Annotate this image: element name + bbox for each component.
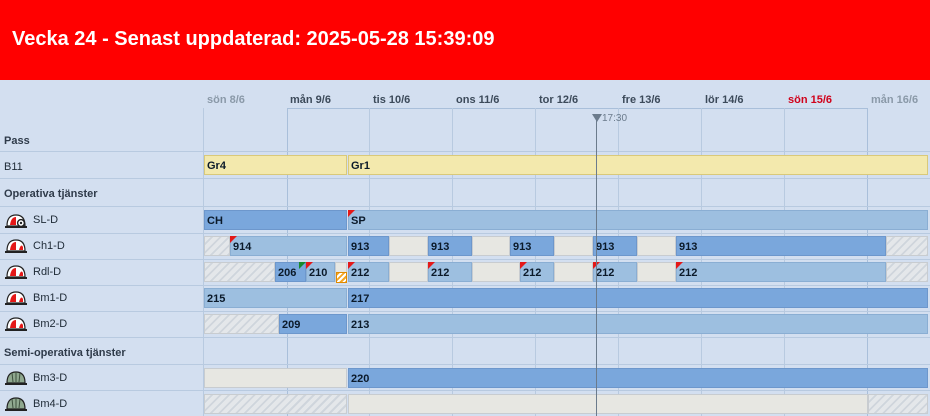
row-label-bm3-d: Bm3-D bbox=[33, 372, 68, 384]
gap-bar bbox=[389, 262, 428, 282]
row-separator bbox=[0, 364, 930, 365]
green-flag-marker bbox=[299, 262, 306, 269]
day-header-sun-8: sön 8/6 bbox=[207, 94, 245, 106]
day-header-wed-11: ons 11/6 bbox=[456, 94, 500, 106]
duty-bar[interactable]: CH bbox=[204, 210, 347, 230]
red-flag-marker bbox=[676, 262, 683, 269]
shift-bar[interactable]: Gr1 bbox=[348, 155, 928, 175]
gap-bar bbox=[554, 262, 593, 282]
inactive-bar bbox=[868, 394, 928, 414]
red-flag-marker bbox=[306, 262, 313, 269]
day-header-tue-10: tis 10/6 bbox=[373, 94, 411, 106]
helmet-icon-green bbox=[5, 397, 27, 411]
warning-stripe-icon bbox=[336, 272, 347, 283]
duty-bar[interactable]: 212 bbox=[676, 262, 886, 282]
schedule-board: sön 8/6 mån 9/6 tis 10/6 ons 11/6 tor 12… bbox=[0, 80, 930, 416]
day-header-sun-15: sön 15/6 bbox=[788, 94, 833, 106]
row-separator bbox=[0, 233, 930, 234]
inactive-bar bbox=[886, 262, 928, 282]
gap-bar bbox=[348, 394, 868, 414]
duty-bar[interactable]: 913 bbox=[676, 236, 886, 256]
inactive-bar bbox=[204, 236, 230, 256]
row-separator bbox=[0, 311, 930, 312]
red-flag-marker bbox=[348, 262, 355, 269]
duty-bar[interactable]: 913 bbox=[348, 236, 389, 256]
red-flag-marker bbox=[230, 236, 237, 243]
helmet-icon-red bbox=[5, 291, 27, 305]
gap-bar bbox=[637, 262, 676, 282]
row-label-bm2-d: Bm2-D bbox=[33, 318, 68, 330]
red-flag-marker bbox=[520, 262, 527, 269]
duty-bar[interactable]: 913 bbox=[593, 236, 637, 256]
section-semi-operative: Semi-operativa tjänster bbox=[4, 347, 126, 359]
helmet-icon-red bbox=[5, 239, 27, 253]
row-separator bbox=[0, 178, 930, 179]
current-time-label: 17:30 bbox=[602, 113, 628, 124]
duty-bar[interactable]: 913 bbox=[510, 236, 554, 256]
gap-bar bbox=[472, 236, 510, 256]
row-separator bbox=[0, 151, 930, 152]
week-frame-top bbox=[287, 108, 868, 109]
header-bar: Vecka 24 - Senast uppdaterad: 2025-05-28… bbox=[0, 0, 930, 80]
helmet-icon-red bbox=[5, 265, 27, 279]
section-pass: Pass bbox=[4, 135, 30, 147]
gap-bar bbox=[554, 236, 593, 256]
red-flag-marker bbox=[348, 210, 355, 217]
row-label-bm4-d: Bm4-D bbox=[33, 398, 68, 410]
duty-bar[interactable]: 217 bbox=[348, 288, 928, 308]
row-separator bbox=[0, 285, 930, 286]
inactive-bar bbox=[204, 314, 279, 334]
inactive-bar bbox=[204, 394, 347, 414]
duty-bar[interactable]: 209 bbox=[279, 314, 347, 334]
row-separator bbox=[0, 337, 930, 338]
day-header-sat-14: lör 14/6 bbox=[705, 94, 744, 106]
gap-bar bbox=[389, 236, 428, 256]
duty-bar[interactable]: 215 bbox=[204, 288, 347, 308]
helmet-icon-green bbox=[5, 371, 27, 385]
duty-bar[interactable]: 220 bbox=[348, 368, 928, 388]
row-separator bbox=[0, 259, 930, 260]
gap-bar bbox=[204, 368, 347, 388]
row-separator bbox=[0, 206, 930, 207]
row-label-sl-d: SL-D bbox=[33, 214, 59, 226]
current-time-line bbox=[596, 116, 597, 416]
inactive-bar bbox=[886, 236, 928, 256]
page-title: Vecka 24 - Senast uppdaterad: 2025-05-28… bbox=[12, 28, 495, 50]
duty-bar[interactable]: SP bbox=[348, 210, 928, 230]
helmet-icon-red bbox=[5, 214, 27, 228]
row-label-b11: B11 bbox=[4, 161, 23, 173]
day-header-mon-9: mån 9/6 bbox=[290, 94, 331, 106]
duty-bar[interactable]: 914 bbox=[230, 236, 347, 256]
inactive-bar bbox=[204, 262, 275, 282]
row-label-rdl-d: Rdl-D bbox=[33, 266, 62, 278]
row-label-ch1-d: Ch1-D bbox=[33, 240, 65, 252]
day-header-mon-16: mån 16/6 bbox=[871, 94, 919, 106]
day-header-thu-12: tor 12/6 bbox=[539, 94, 579, 106]
row-label-bm1-d: Bm1-D bbox=[33, 292, 68, 304]
gap-bar bbox=[472, 262, 520, 282]
section-operative: Operativa tjänster bbox=[4, 188, 98, 200]
row-separator bbox=[0, 390, 930, 391]
duty-bar[interactable]: 213 bbox=[348, 314, 928, 334]
red-flag-marker bbox=[428, 262, 435, 269]
duty-bar[interactable]: 913 bbox=[428, 236, 472, 256]
helmet-icon-red bbox=[5, 317, 27, 331]
current-time-marker-icon bbox=[592, 114, 602, 122]
gap-bar bbox=[637, 236, 676, 256]
day-header-fri-13: fre 13/6 bbox=[622, 94, 661, 106]
shift-bar[interactable]: Gr4 bbox=[204, 155, 347, 175]
